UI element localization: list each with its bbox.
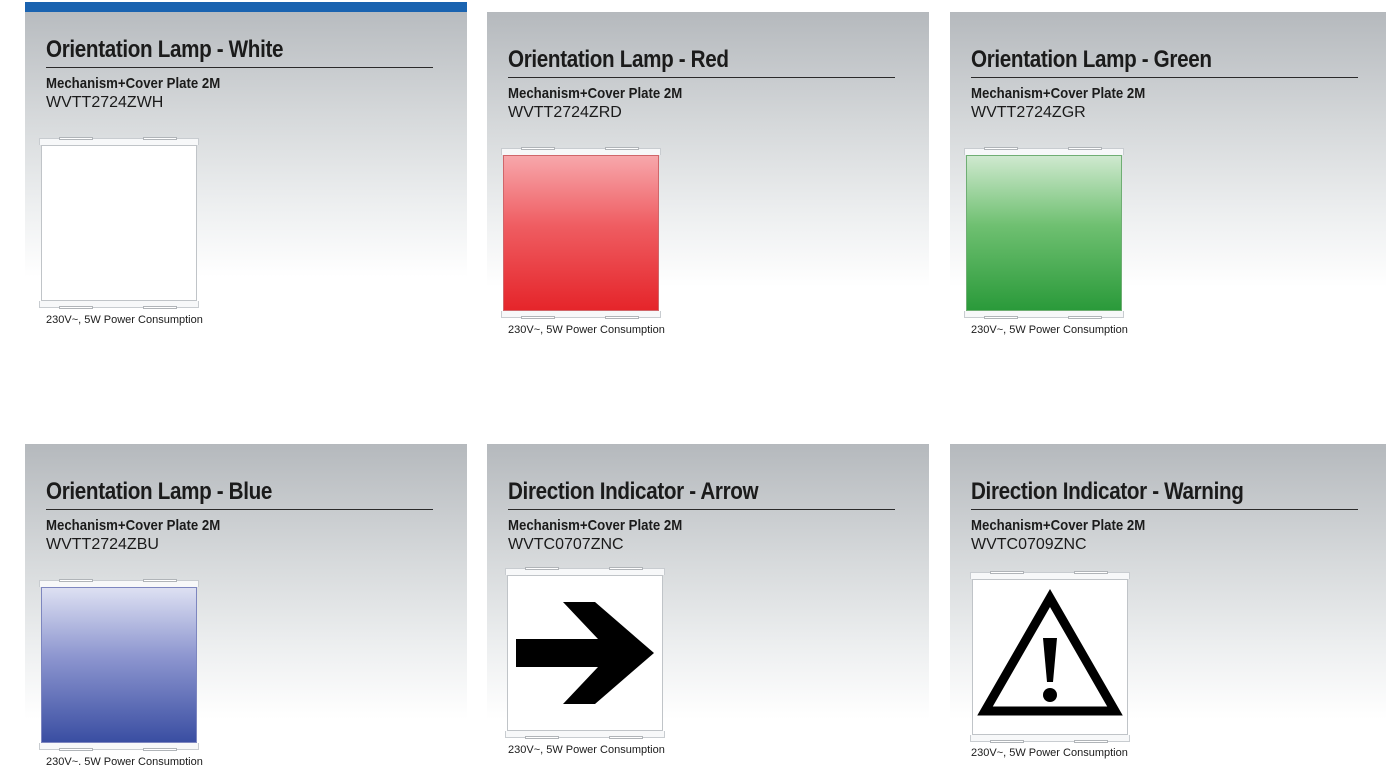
product-subtitle: Mechanism+Cover Plate 2M xyxy=(46,75,221,92)
lamp-module-image xyxy=(39,579,199,751)
product-code: WVTT2724ZBU xyxy=(46,536,159,553)
module-clip xyxy=(59,306,93,309)
product-subtitle: Mechanism+Cover Plate 2M xyxy=(46,517,221,534)
module-clip xyxy=(1074,571,1108,574)
indicator-module-image xyxy=(970,571,1130,743)
module-clip xyxy=(521,147,555,150)
power-spec: 230V~, 5W Power Consumption xyxy=(971,747,1128,759)
lamp-module-image xyxy=(39,137,199,309)
product-code: WVTT2724ZRD xyxy=(508,104,622,121)
module-clip xyxy=(990,571,1024,574)
module-clip xyxy=(609,567,643,570)
module-clip xyxy=(984,147,1018,150)
module-clip xyxy=(984,316,1018,319)
product-card-red-lamp: Orientation Lamp - Red Mechanism+Cover P… xyxy=(487,12,929,336)
product-catalog-page: Orientation Lamp - White Mechanism+Cover… xyxy=(0,0,1386,765)
warning-icon xyxy=(977,588,1123,716)
module-clip xyxy=(143,748,177,751)
product-code: WVTC0707ZNC xyxy=(508,536,624,553)
power-spec: 230V~, 5W Power Consumption xyxy=(508,744,665,756)
power-spec: 230V~, 5W Power Consumption xyxy=(971,324,1128,336)
title-divider xyxy=(46,509,433,510)
power-spec: 230V~, 5W Power Consumption xyxy=(508,324,665,336)
product-card-white-lamp: Orientation Lamp - White Mechanism+Cover… xyxy=(25,2,467,326)
product-title: Orientation Lamp - White xyxy=(46,36,284,63)
power-spec: 230V~, 5W Power Consumption xyxy=(46,756,203,765)
product-title: Orientation Lamp - Green xyxy=(971,46,1212,73)
title-divider xyxy=(971,509,1358,510)
module-clip xyxy=(1074,740,1108,743)
module-clip xyxy=(521,316,555,319)
product-title: Direction Indicator - Warning xyxy=(971,478,1244,505)
lamp-face-blue xyxy=(41,587,197,743)
title-divider xyxy=(508,77,895,78)
product-subtitle: Mechanism+Cover Plate 2M xyxy=(971,85,1146,102)
module-clip xyxy=(525,567,559,570)
title-divider xyxy=(971,77,1358,78)
title-divider xyxy=(508,509,895,510)
product-title: Orientation Lamp - Red xyxy=(508,46,729,73)
lamp-module-image xyxy=(501,147,661,319)
lamp-face-red xyxy=(503,155,659,311)
module-clip xyxy=(605,147,639,150)
product-title: Orientation Lamp - Blue xyxy=(46,478,273,505)
module-clip xyxy=(143,137,177,140)
module-clip xyxy=(605,316,639,319)
module-clip xyxy=(59,579,93,582)
module-clip xyxy=(609,736,643,739)
module-clip xyxy=(1068,147,1102,150)
power-spec: 230V~, 5W Power Consumption xyxy=(46,314,203,326)
indicator-module-image xyxy=(505,567,665,739)
module-clip xyxy=(1068,316,1102,319)
lamp-face-green xyxy=(966,155,1122,311)
product-code: WVTT2724ZGR xyxy=(971,104,1086,121)
title-divider xyxy=(46,67,433,68)
product-card-green-lamp: Orientation Lamp - Green Mechanism+Cover… xyxy=(950,12,1386,336)
module-clip xyxy=(59,748,93,751)
product-card-warning-indicator: Direction Indicator - Warning Mechanism+… xyxy=(950,444,1386,764)
product-title: Direction Indicator - Arrow xyxy=(508,478,759,505)
product-code: WVTT2724ZWH xyxy=(46,94,164,111)
lamp-face-white xyxy=(41,145,197,301)
product-subtitle: Mechanism+Cover Plate 2M xyxy=(508,85,683,102)
indicator-face xyxy=(972,579,1128,735)
arrow-icon xyxy=(516,602,654,704)
indicator-face xyxy=(507,575,663,731)
module-clip xyxy=(143,306,177,309)
module-clip xyxy=(143,579,177,582)
module-clip xyxy=(525,736,559,739)
product-card-arrow-indicator: Direction Indicator - Arrow Mechanism+Co… xyxy=(487,444,929,764)
module-clip xyxy=(990,740,1024,743)
product-code: WVTC0709ZNC xyxy=(971,536,1087,553)
product-subtitle: Mechanism+Cover Plate 2M xyxy=(508,517,683,534)
lamp-module-image xyxy=(964,147,1124,319)
product-card-blue-lamp: Orientation Lamp - Blue Mechanism+Cover … xyxy=(25,444,467,765)
module-clip xyxy=(59,137,93,140)
product-subtitle: Mechanism+Cover Plate 2M xyxy=(971,517,1146,534)
